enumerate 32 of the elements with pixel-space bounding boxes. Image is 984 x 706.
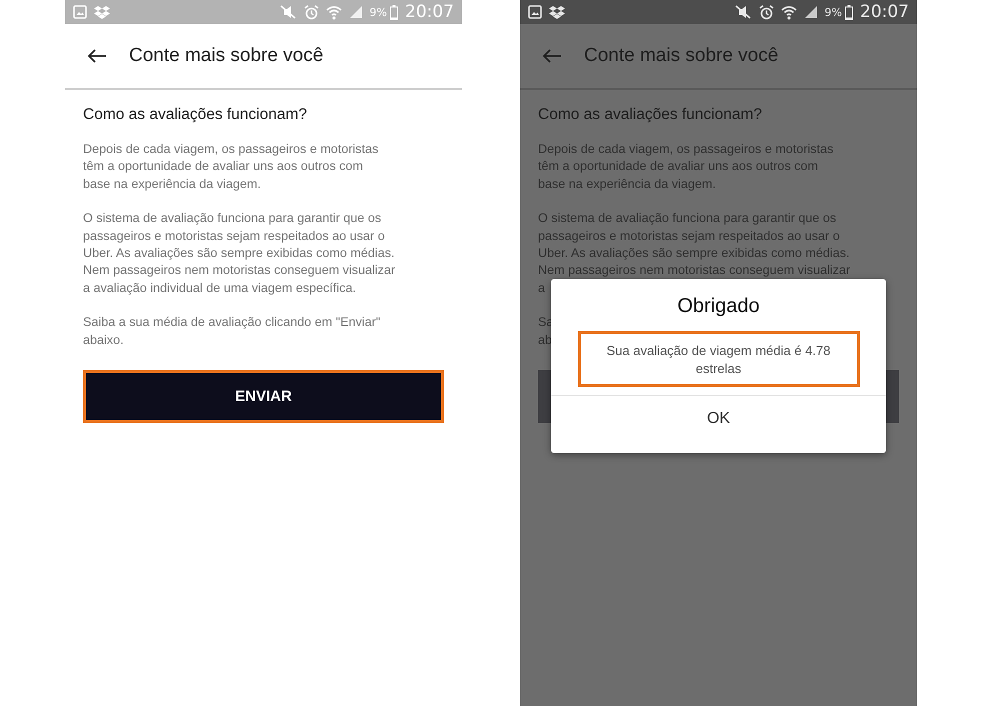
- body-paragraph: Depois de cada viagem, os passageiros e motoristas têm a oportunidade de avaliar uns aos outros com base na experiência da viagem.: [538, 141, 834, 193]
- image-icon: [73, 5, 87, 19]
- wifi-icon: [780, 4, 797, 20]
- dialog-message: Sua avaliação de viagem média é 4.78 estrelas: [578, 331, 860, 387]
- alarm-icon: [758, 4, 774, 20]
- battery-icon: [390, 4, 398, 20]
- clock-time: 20:07: [860, 2, 909, 22]
- signal-icon: [348, 5, 363, 19]
- signal-icon: [804, 5, 818, 19]
- ok-button[interactable]: OK: [686, 396, 750, 442]
- dropbox-icon: [94, 5, 110, 19]
- battery-icon: [845, 4, 853, 20]
- mute-icon: [734, 5, 752, 19]
- wifi-icon: [326, 4, 342, 20]
- section-heading: Como as avaliações funcionam?: [83, 106, 308, 124]
- body-paragraph: Depois de cada viagem, os passageiros e motoristas têm a oportunidade de avaliar uns aos outros com base na experiência da viagem.: [83, 141, 380, 193]
- battery-percentage: 9%: [824, 6, 842, 18]
- alarm-icon: [304, 4, 319, 20]
- screen-title: Conte mais sobre você: [584, 45, 778, 67]
- body-paragraph: O sistema de avaliação funciona para garantir que os passageiros e motoristas sejam respeitados ao usar o Uber. As avaliações são sempre exibidas como médias. Nem passageiros nem motoristas conseguem visualizar a: [538, 210, 852, 297]
- body-paragraph: Saiba a sua média de avaliação clicando em "Enviar" abaixo.: [83, 314, 382, 349]
- section-heading: Como as avaliações funcionam?: [538, 106, 764, 124]
- battery-percentage: 9%: [370, 6, 387, 18]
- screen-title: Conte mais sobre você: [129, 45, 324, 67]
- dialog-title: Obrigado: [677, 295, 760, 318]
- image-icon: [528, 5, 542, 19]
- mute-icon: [278, 5, 297, 19]
- clock-time: 20:07: [405, 2, 454, 22]
- back-arrow-icon[interactable]: [87, 48, 107, 64]
- dropbox-icon: [549, 5, 565, 19]
- send-button[interactable]: ENVIAR: [83, 370, 444, 424]
- body-paragraph: O sistema de avaliação funciona para garantir que os passageiros e motoristas sejam respeitados ao usar o Uber. As avaliações são sempre exibidas como médias. Nem passageiros nem motoristas conseguem visualizar a avaliação individual de uma viagem específica.: [83, 210, 396, 297]
